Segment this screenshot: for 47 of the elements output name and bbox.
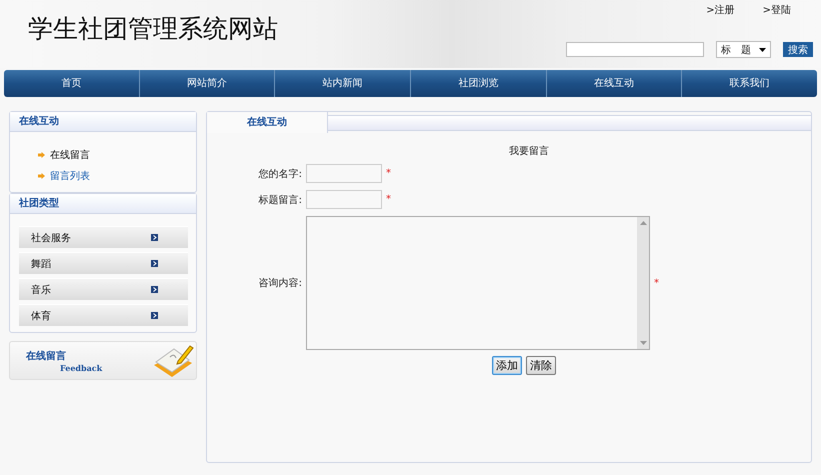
nav-link[interactable]: 社团浏览 xyxy=(410,70,546,97)
required-mark: * xyxy=(654,278,659,288)
chevron-icon xyxy=(151,312,158,319)
chevron-icon xyxy=(151,234,158,241)
nav-link[interactable]: 站内新闻 xyxy=(274,70,410,97)
chevron-icon xyxy=(151,286,158,293)
scrollbar[interactable] xyxy=(637,217,649,349)
category-item[interactable]: 音乐 xyxy=(19,278,188,300)
field-label: 标题留言: xyxy=(258,194,302,206)
form-button[interactable]: 添加 xyxy=(492,356,522,375)
header-link[interactable]: >注册 xyxy=(706,3,735,17)
banner-subtitle: Feedback xyxy=(59,362,102,372)
scroll-down-icon xyxy=(640,341,646,345)
panel-title: 社团类型 xyxy=(10,194,196,214)
notebook-pencil-icon xyxy=(152,342,194,378)
nav-link[interactable]: 在线互动 xyxy=(546,70,682,97)
nav-link[interactable]: 联系我们 xyxy=(681,70,818,97)
banner-title: 在线留言 xyxy=(26,349,67,362)
text-area[interactable] xyxy=(306,216,650,350)
category-item[interactable]: 体育 xyxy=(19,304,188,326)
field-label: 您的名字: xyxy=(258,168,302,180)
header-link[interactable]: >登陆 xyxy=(762,3,791,17)
sidebar-link[interactable]: 在线留言 xyxy=(50,148,90,162)
nav-link[interactable]: 首页 xyxy=(4,70,139,97)
site-title: 学生社团管理系统网站 xyxy=(27,13,278,45)
tab[interactable]: 在线互动 xyxy=(207,112,328,133)
input-field[interactable] xyxy=(306,164,382,183)
arrow-icon xyxy=(38,152,45,158)
input-field[interactable] xyxy=(306,190,382,209)
form-title: 我要留言 xyxy=(508,144,550,158)
search-field[interactable] xyxy=(566,42,704,57)
chevron-icon xyxy=(151,260,158,267)
caret-icon xyxy=(759,48,766,52)
sidebar-link[interactable]: 留言列表 xyxy=(50,168,90,182)
nav-link[interactable]: 网站简介 xyxy=(138,70,274,97)
field-label: 咨询内容: xyxy=(258,276,302,290)
category-item[interactable]: 舞蹈 xyxy=(19,252,188,274)
search-button[interactable]: 搜索 xyxy=(783,42,813,57)
form-button[interactable]: 清除 xyxy=(526,356,556,375)
required-mark: * xyxy=(386,168,391,179)
search-type-select[interactable]: 标 题 xyxy=(716,41,771,58)
feedback-banner[interactable]: 在线留言 Feedback xyxy=(9,341,197,380)
scroll-up-icon xyxy=(640,221,646,225)
arrow-icon xyxy=(38,172,45,178)
category-item[interactable]: 社会服务 xyxy=(19,226,188,248)
panel-title: 在线互动 xyxy=(10,112,196,132)
required-mark: * xyxy=(386,194,391,205)
